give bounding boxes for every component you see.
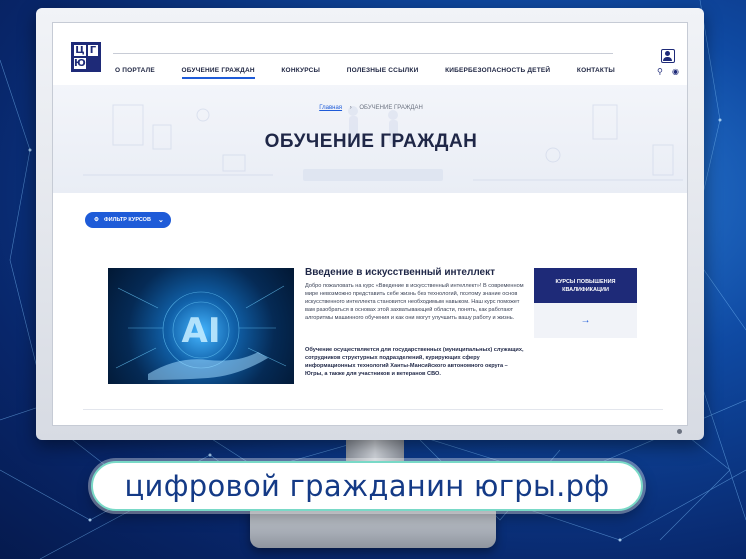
ai-hand-illustration: AI: [115, 285, 287, 380]
nav-item-contacts[interactable]: КОНТАКТЫ: [577, 67, 615, 79]
nav-item-cybersecurity[interactable]: КИБЕРБЕЗОПАСНОСТЬ ДЕТЕЙ: [445, 67, 550, 79]
breadcrumb-current: ОБУЧЕНИЕ ГРАЖДАН: [359, 105, 423, 111]
banner-text: цифровой гражданин югры.рф: [124, 469, 610, 503]
site-logo[interactable]: Ц Г Ю: [71, 42, 101, 72]
filter-icon: ⚙: [94, 217, 99, 223]
logo-letter: Ц: [73, 44, 87, 57]
hero-banner: Главная › ОБУЧЕНИЕ ГРАЖДАН ОБУЧЕНИЕ ГРАЖ…: [53, 85, 687, 193]
logo-letter: Г: [86, 44, 99, 57]
header-small-icons: ⚲ ◉: [657, 67, 679, 76]
nav-item-contests[interactable]: КОНКУРСЫ: [281, 67, 320, 79]
eye-icon[interactable]: ◉: [672, 67, 679, 76]
course-audience-note: Обучение осуществляется для государствен…: [305, 347, 524, 377]
profile-icon[interactable]: [661, 49, 675, 63]
nav-item-links[interactable]: ПОЛЕЗНЫЕ ССЫЛКИ: [347, 67, 419, 79]
site-header: Ц Г Ю О ПОРТАЛЕ ОБУЧЕНИЕ ГРАЖДАН КОНКУРС…: [53, 23, 687, 85]
arrow-right-icon: →: [580, 315, 591, 326]
breadcrumb: Главная › ОБУЧЕНИЕ ГРАЖДАН: [53, 105, 687, 111]
filter-courses-button[interactable]: ⚙ ФИЛЬТР КУРСОВ ⌄: [85, 212, 171, 228]
course-category-tag: КУРСЫ ПОВЫШЕНИЯ КВАЛИФИКАЦИИ: [534, 268, 637, 303]
course-image[interactable]: AI: [108, 268, 294, 384]
header-icons: ⚲ ◉: [657, 49, 679, 76]
ai-glyph: AI: [182, 311, 221, 351]
course-open-button[interactable]: →: [534, 303, 637, 338]
monitor-frame: Ц Г Ю О ПОРТАЛЕ ОБУЧЕНИЕ ГРАЖДАН КОНКУРС…: [36, 8, 704, 440]
nav-item-about[interactable]: О ПОРТАЛЕ: [115, 67, 155, 79]
url-banner: цифровой гражданин югры.рф: [91, 461, 643, 511]
nav-item-education[interactable]: ОБУЧЕНИЕ ГРАЖДАН: [181, 67, 255, 79]
course-title[interactable]: Введение в искусственный интеллект: [305, 267, 495, 278]
main-nav: О ПОРТАЛЕ ОБУЧЕНИЕ ГРАЖДАН КОНКУРСЫ ПОЛЕ…: [115, 67, 615, 79]
nav-divider: [113, 53, 613, 54]
monitor-screen: Ц Г Ю О ПОРТАЛЕ ОБУЧЕНИЕ ГРАЖДАН КОНКУРС…: [52, 22, 688, 426]
breadcrumb-separator: ›: [349, 105, 352, 111]
logo-block: [86, 57, 99, 70]
page-title: ОБУЧЕНИЕ ГРАЖДАН: [264, 131, 478, 152]
chevron-down-icon: ⌄: [157, 217, 164, 224]
course-description: Добро пожаловать на курс «Введение в иск…: [305, 283, 524, 321]
filter-label: ФИЛЬТР КУРСОВ: [103, 217, 151, 223]
monitor-power-light: [677, 429, 682, 434]
monitor-stand-base: [250, 506, 496, 548]
content-divider: [83, 409, 663, 410]
search-icon[interactable]: ⚲: [657, 67, 663, 76]
breadcrumb-home[interactable]: Главная: [319, 105, 342, 111]
logo-letter: Ю: [73, 57, 87, 70]
